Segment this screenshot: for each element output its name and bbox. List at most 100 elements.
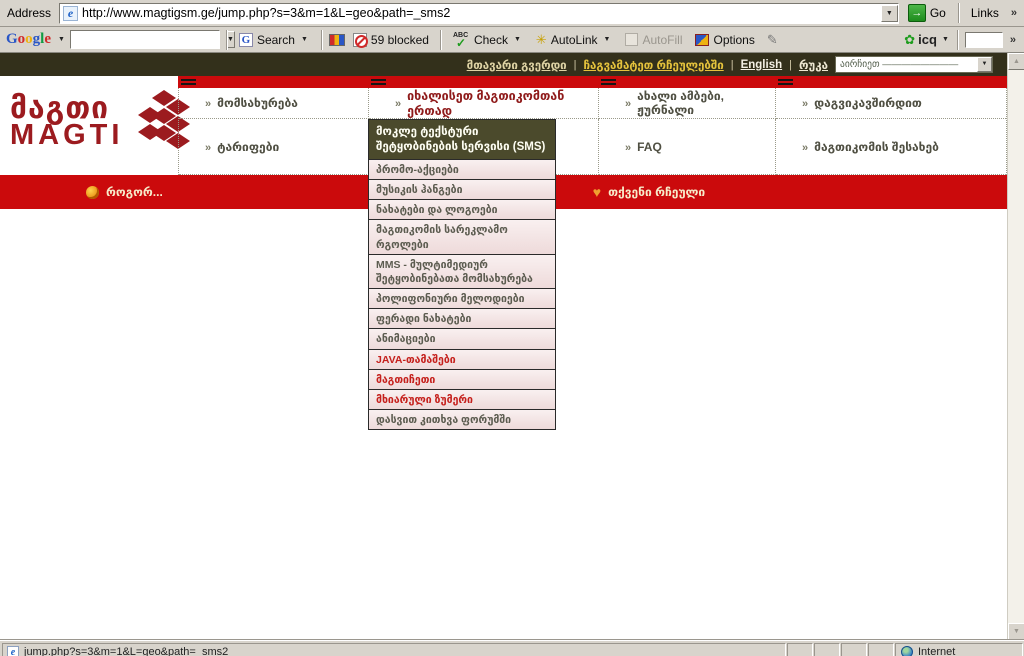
nav-services-label[interactable]: მომსახურება — [217, 96, 298, 110]
select-arrow-icon[interactable]: ▼ — [977, 57, 992, 72]
icq-search-input[interactable] — [965, 32, 1003, 48]
nav-fun-label[interactable]: იხალისეთ მაგთიკომთან ერთად — [407, 88, 598, 118]
check-label: Check — [474, 33, 508, 47]
spellcheck-button[interactable]: ABC✓ Check ▼ — [448, 29, 528, 50]
nav-contact-label[interactable]: დაგვიკავშირდით — [814, 96, 922, 110]
address-label: Address — [3, 6, 55, 20]
search-button[interactable]: G Search ▼ — [234, 30, 315, 50]
scroll-down-arrow-icon[interactable]: ▼ — [1008, 623, 1024, 640]
nav-about-label[interactable]: მაგთიკომის შესახებ — [814, 140, 939, 154]
banner-how-link[interactable]: როგორ... — [86, 185, 163, 199]
menu-item-funny-zoomer[interactable]: მხიარული ზუმერი — [369, 390, 555, 410]
popup-blocked-icon — [353, 33, 367, 47]
arrow-bullet-icon — [625, 138, 631, 156]
nav-faq-label[interactable]: FAQ — [637, 140, 662, 154]
links-menu[interactable]: Links — [967, 6, 1003, 20]
menu-item-sms-selected[interactable]: მოკლე ტექსტური შეტყობინების სერვისი (SMS… — [369, 120, 555, 160]
magic-wand-icon: ✳ — [536, 32, 547, 48]
nav-item-tariffs[interactable]: ტარიფები — [179, 119, 369, 175]
quick-select-dropdown[interactable]: აირჩიეთ ———————— ▼ — [835, 56, 993, 73]
menu-item-magtichat[interactable]: მაგთიჩეთი — [369, 370, 555, 390]
pagerank-icon[interactable] — [329, 34, 345, 46]
popup-blocker-button[interactable]: 59 blocked — [348, 30, 434, 50]
icq-label[interactable]: icq — [918, 32, 937, 47]
nav-item-fun[interactable]: იხალისეთ მაგთიკომთან ერთად — [369, 88, 599, 119]
magti-logo[interactable]: მაგთი MAGTI — [10, 90, 195, 154]
nav-tariffs-label[interactable]: ტარიფები — [217, 140, 279, 154]
banner-favorite-label: თქვენი რჩეული — [608, 185, 705, 199]
menu-item-animations[interactable]: ანიმაციები — [369, 329, 555, 349]
document-icon: e — [7, 646, 19, 656]
red-stripe — [178, 76, 1007, 88]
vertical-scrollbar[interactable]: ▲ ▼ — [1007, 53, 1024, 640]
google-search-input[interactable] — [71, 32, 226, 47]
options-label: Options — [713, 33, 754, 47]
options-button[interactable]: Options — [690, 30, 759, 50]
link-add-favorites[interactable]: ჩაგვამატეთ რჩეულებში — [584, 58, 724, 72]
menu-item-forum-question[interactable]: დასვით კითხვა ფორუმში — [369, 410, 555, 429]
nav-item-news[interactable]: ახალი ამბები, ჟურნალი — [599, 88, 776, 119]
icq-arrow-icon[interactable]: ▼ — [940, 36, 951, 43]
go-label: Go — [930, 6, 946, 20]
google-search-box[interactable]: ▼ — [70, 30, 220, 49]
google-logo[interactable]: Google — [4, 31, 53, 48]
nav-news-label[interactable]: ახალი ამბები, ჟურნალი — [637, 89, 775, 117]
nav-item-faq[interactable]: FAQ — [599, 119, 776, 175]
arrow-bullet-icon — [395, 94, 401, 112]
address-input[interactable]: e http://www.magtigsm.ge/jump.php?s=3&m=… — [59, 3, 899, 24]
abc-check-icon: ABC✓ — [453, 32, 470, 47]
highlighter-pen-icon[interactable]: ✎ — [763, 32, 782, 48]
quick-select-value: აირჩიეთ ———————— — [836, 59, 977, 70]
nav-item-services[interactable]: მომსახურება — [179, 88, 369, 119]
menu-item-pictures-logos[interactable]: ნახატები და ლოგოები — [369, 200, 555, 220]
link-separator: | — [731, 59, 734, 71]
autofill-icon — [625, 33, 638, 46]
check-arrow-icon: ▼ — [512, 36, 523, 43]
nav-item-contact[interactable]: დაგვიკავშირდით — [776, 88, 1006, 119]
link-home[interactable]: მთავარი გვერდი — [467, 58, 567, 72]
autolink-arrow-icon: ▼ — [602, 36, 613, 43]
menu-item-java-games[interactable]: JAVA-თამაშები — [369, 350, 555, 370]
column-ticks-icon — [181, 79, 196, 87]
google-toolbar: Google ▼ ▼ G Search ▼ 59 blocked ABC✓ Ch… — [0, 27, 1024, 53]
toolbar-separator — [321, 30, 323, 50]
address-dropdown-arrow-icon[interactable]: ▼ — [881, 5, 898, 22]
icq-flower-icon[interactable]: ✿ — [904, 32, 915, 48]
menu-item-polyphonic[interactable]: პოლიფონიური მელოდიები — [369, 289, 555, 309]
toolbar-separator — [957, 30, 959, 50]
menu-item-mms[interactable]: MMS - მულტიმედიურ შეტყობინებათა მომსახურ… — [369, 255, 555, 289]
blocked-count-label: 59 blocked — [371, 33, 429, 47]
autofill-label: AutoFill — [642, 33, 682, 47]
zone-label: Internet — [918, 646, 955, 656]
link-separator: | — [574, 59, 577, 71]
internet-globe-icon — [901, 646, 913, 656]
link-separator: | — [789, 59, 792, 71]
go-button[interactable]: → Go — [903, 2, 951, 24]
security-zone-pane: Internet — [895, 643, 1023, 656]
status-pane — [841, 643, 867, 656]
autolink-label: AutoLink — [551, 33, 598, 47]
scroll-up-arrow-icon[interactable]: ▲ — [1008, 53, 1024, 70]
links-chevron-icon[interactable]: » — [1007, 7, 1021, 19]
nav-item-about[interactable]: მაგთიკომის შესახებ — [776, 119, 1006, 175]
toolbar-separator — [958, 3, 960, 23]
how-badge-icon — [86, 186, 99, 199]
logo-georgian-text: მაგთი — [10, 95, 123, 123]
arrow-bullet-icon — [625, 94, 631, 112]
menu-item-music-tones[interactable]: მუსიკის ჰანგები — [369, 180, 555, 200]
link-sitemap[interactable]: რუკა — [799, 58, 828, 72]
autolink-button[interactable]: ✳ AutoLink ▼ — [531, 29, 618, 51]
google-menu-arrow-icon[interactable]: ▼ — [56, 36, 67, 43]
toolbar-overflow-chevron-icon[interactable]: » — [1006, 34, 1020, 46]
column-ticks-icon — [778, 79, 793, 87]
logo-latin-text: MAGTI — [10, 122, 123, 149]
autofill-button: AutoFill — [620, 30, 687, 50]
main-navigation: მომსახურება იხალისეთ მაგთიკომთან ერთად ა… — [178, 76, 1007, 175]
menu-item-color-pictures[interactable]: ფერადი ნახატები — [369, 309, 555, 329]
menu-item-ad-clips[interactable]: მაგთიკომის სარეკლამო რგოლები — [369, 220, 555, 254]
status-text: jump.php?s=3&m=1&L=geo&path=_sms2 — [24, 646, 228, 656]
link-english[interactable]: English — [741, 59, 783, 71]
menu-item-promo[interactable]: პრომო-აქციები — [369, 160, 555, 180]
banner-favorite-link[interactable]: ♥ თქვენი რჩეული — [593, 185, 705, 199]
google-g-icon: G — [239, 33, 253, 47]
